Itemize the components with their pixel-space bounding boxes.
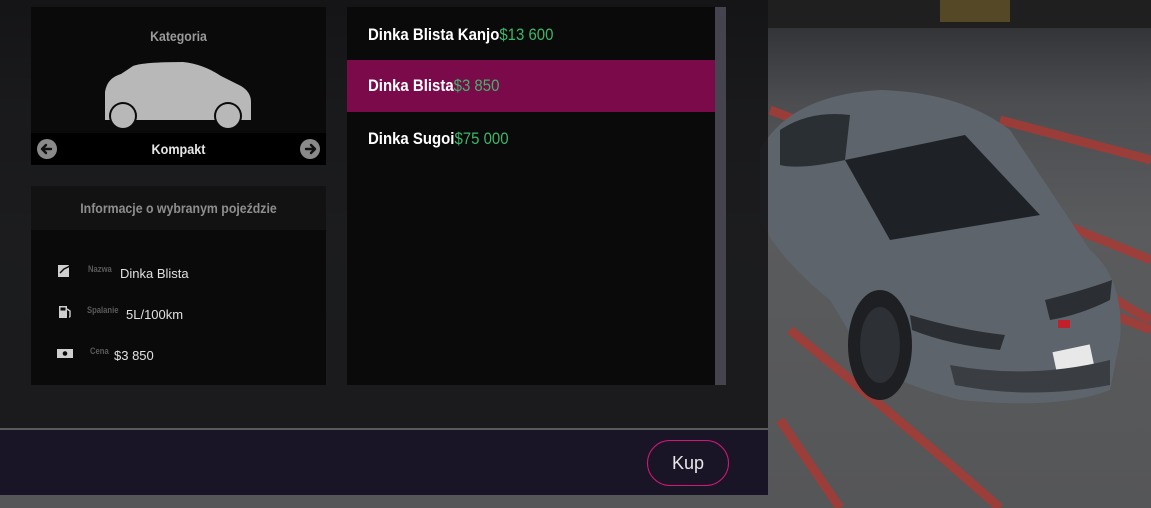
info-row-name: Nazwa Dinka Blista: [31, 264, 326, 286]
info-label: Cena: [90, 346, 109, 356]
info-value: $3 850: [114, 348, 154, 363]
info-row-price: Cena $3 850: [31, 346, 326, 368]
vehicle-price: $3 850: [453, 76, 500, 95]
buy-button[interactable]: Kup: [647, 440, 729, 486]
info-label: Nazwa: [88, 264, 112, 274]
vehicle-info-box: Informacje o wybranym pojeździe Nazwa Di…: [31, 186, 326, 385]
info-value: 5L/100km: [126, 307, 184, 322]
car-silhouette-icon: [105, 62, 251, 130]
signature-icon: [58, 264, 72, 277]
money-bill-icon: [57, 349, 73, 358]
vehicle-price: $13 600: [499, 25, 554, 44]
vehicle-name: Dinka Blista Kanjo: [368, 25, 500, 44]
info-header: Informacje o wybranym pojeździe: [31, 186, 326, 230]
list-item[interactable]: Dinka Sugoi$75 000: [347, 113, 715, 165]
fuel-pump-icon: [59, 306, 71, 318]
info-value: Dinka Blista: [120, 266, 189, 281]
vehicle-name: Dinka Blista: [368, 76, 454, 95]
list-scrollbar[interactable]: [715, 7, 726, 385]
info-label: Spalanie: [87, 305, 119, 315]
list-item-selected[interactable]: Dinka Blista$3 850: [347, 60, 715, 112]
vehicle-name: Dinka Sugoi: [368, 129, 455, 148]
list-item[interactable]: Dinka Blista Kanjo$13 600: [347, 9, 715, 61]
vehicle-price: $75 000: [454, 129, 509, 148]
dealership-panel: Kategoria Kompakt Informacje o wybranym …: [0, 0, 768, 495]
info-row-consumption: Spalanie 5L/100km: [31, 305, 326, 327]
category-name: Kompakt: [151, 141, 206, 157]
arrow-right-circle-icon[interactable]: [300, 139, 320, 159]
vehicle-list: Dinka Blista Kanjo$13 600 Dinka Blista$3…: [347, 7, 715, 385]
info-title: Informacje o wybranym pojeździe: [80, 200, 277, 216]
footer-bar: Kup: [0, 428, 768, 495]
category-title: Kategoria: [150, 28, 207, 44]
category-box: Kategoria Kompakt: [31, 7, 326, 165]
category-switcher: Kompakt: [31, 133, 326, 165]
